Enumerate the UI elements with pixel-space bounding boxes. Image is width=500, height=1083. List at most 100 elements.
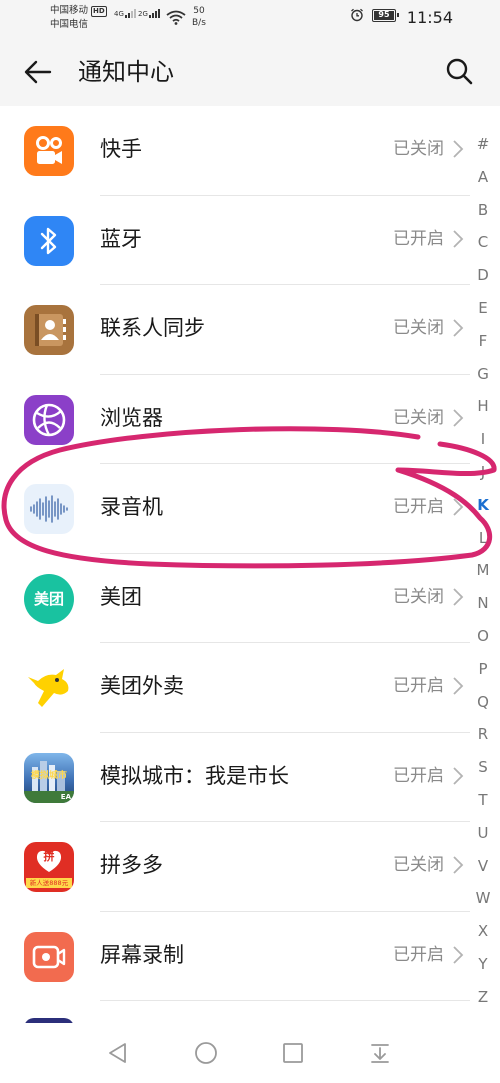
nav-back-button[interactable] <box>104 1039 132 1067</box>
list-item-kuaishou[interactable]: 快手 已关闭 <box>0 106 470 196</box>
bluetooth-icon <box>24 215 74 266</box>
notification-status: 已开启 <box>393 765 444 786</box>
page-title: 通知中心 <box>78 58 174 86</box>
alphabet-letter-z[interactable]: Z <box>474 981 492 1014</box>
alphabet-letter-p[interactable]: P <box>474 653 492 686</box>
alphabet-letter-s[interactable]: S <box>474 751 492 784</box>
carrier-info: 中国移动 HD 中国电信 <box>50 4 107 32</box>
nav-notification-button[interactable] <box>366 1039 394 1067</box>
nav-home-button[interactable] <box>192 1039 220 1067</box>
alphabet-letter-r[interactable]: R <box>474 718 492 751</box>
alphabet-letter-u[interactable]: U <box>474 817 492 850</box>
list-item-meituan[interactable]: 美团 美团 已关闭 <box>0 554 470 643</box>
alarm-icon <box>351 8 363 22</box>
alphabet-letter-m[interactable]: M <box>474 554 492 587</box>
chevron-right-icon <box>453 408 464 427</box>
app-name: 模拟城市：我是市长 <box>100 763 289 788</box>
battery-level: 95 <box>378 9 390 19</box>
list-item-pinduoduo[interactable]: 拼 新人送888元 拼多多 已关闭 <box>0 822 470 912</box>
divider <box>100 1000 470 1001</box>
contacts-sync-icon <box>24 305 74 355</box>
alphabet-letter-a[interactable]: A <box>474 161 492 194</box>
alphabet-index[interactable]: # A B C D E F G H I J K L M N O P Q R S T U V W X Y Z <box>474 128 492 1014</box>
alphabet-letter-g[interactable]: G <box>474 358 492 391</box>
recorder-icon <box>24 484 74 534</box>
alphabet-letter-o[interactable]: O <box>474 620 492 653</box>
navigation-bar <box>0 1023 500 1083</box>
alphabet-letter-v[interactable]: V <box>474 850 492 883</box>
notification-status: 已关闭 <box>393 407 444 428</box>
list-item-recorder[interactable]: 录音机 已开启 <box>0 464 470 554</box>
search-button[interactable] <box>442 54 476 88</box>
chevron-right-icon <box>453 229 464 248</box>
chevron-right-icon <box>453 945 464 964</box>
alphabet-letter-c[interactable]: C <box>474 226 492 259</box>
alphabet-letter-e[interactable]: E <box>474 292 492 325</box>
alphabet-letter-i[interactable]: I <box>474 423 492 456</box>
alphabet-letter-n[interactable]: N <box>474 587 492 620</box>
alphabet-letter-t[interactable]: T <box>474 784 492 817</box>
list-item-contacts-sync[interactable]: 联系人同步 已关闭 <box>0 285 470 375</box>
alphabet-letter-k[interactable]: K <box>474 489 492 522</box>
chevron-right-icon <box>453 766 464 785</box>
chevron-right-icon <box>453 140 464 158</box>
back-button[interactable] <box>22 56 54 88</box>
app-name: 拼多多 <box>100 853 163 877</box>
notification-status: 已开启 <box>393 497 444 517</box>
app-bar: 通知中心 <box>0 38 500 106</box>
app-name: 浏览器 <box>100 405 163 430</box>
pinduoduo-icon-text: 拼 <box>43 850 55 863</box>
notification-status: 已关闭 <box>393 318 444 338</box>
alphabet-letter-w[interactable]: W <box>474 882 492 915</box>
notification-pull-icon <box>371 1044 389 1063</box>
back-triangle-icon <box>109 1043 126 1063</box>
meituan-icon: 美团 <box>24 573 74 624</box>
app-name: 快手 <box>100 137 142 161</box>
alphabet-letter-d[interactable]: D <box>474 259 492 292</box>
notification-status: 已开启 <box>393 676 444 696</box>
pinduoduo-promo-text: 新人送888元 <box>26 878 72 888</box>
signal-2-label: 2G <box>138 10 148 18</box>
list-item-browser[interactable]: 浏览器 已关闭 <box>0 375 470 464</box>
list-item-simcity[interactable]: 模拟城市 EA 模拟城市：我是市长 已开启 <box>0 733 470 822</box>
alphabet-letter-hash[interactable]: # <box>474 128 492 161</box>
arrow-left-icon <box>24 60 52 84</box>
nav-recents-button[interactable] <box>279 1039 307 1067</box>
notification-status: 已开启 <box>393 228 444 249</box>
app-name: 联系人同步 <box>100 316 205 340</box>
chevron-right-icon <box>453 319 464 337</box>
net-speed-unit: B/s <box>192 18 206 28</box>
alphabet-letter-l[interactable]: L <box>474 522 492 555</box>
alphabet-letter-h[interactable]: H <box>474 390 492 423</box>
signal-1-label: 4G <box>114 10 124 18</box>
search-icon <box>446 58 473 85</box>
alphabet-letter-f[interactable]: F <box>474 325 492 358</box>
alphabet-letter-b[interactable]: B <box>474 194 492 227</box>
notification-status: 已开启 <box>393 944 444 965</box>
list-item-bluetooth[interactable]: 蓝牙 已开启 <box>0 196 470 285</box>
signal-1-bars-icon <box>124 9 136 18</box>
simcity-icon: 模拟城市 EA <box>24 752 74 803</box>
chevron-right-icon <box>453 587 464 606</box>
chevron-right-icon <box>453 677 464 695</box>
app-name: 录音机 <box>100 495 163 519</box>
alphabet-letter-y[interactable]: Y <box>474 948 492 981</box>
list-item-meituan-waimai[interactable]: 美团外卖 已开启 <box>0 643 470 733</box>
kuaishou-icon <box>24 126 74 176</box>
chevron-right-icon <box>453 498 464 516</box>
browser-icon <box>24 394 74 445</box>
pinduoduo-icon: 拼 新人送888元 <box>24 842 74 892</box>
home-circle-icon <box>195 1042 217 1064</box>
signal-2: 2G <box>138 9 160 18</box>
alphabet-letter-x[interactable]: X <box>474 915 492 948</box>
carrier-1: 中国移动 <box>50 5 89 16</box>
list-item-screen-record[interactable]: 屏幕录制 已开启 <box>0 912 470 1001</box>
battery-icon: 95 <box>372 8 399 22</box>
alphabet-letter-j[interactable]: J <box>474 456 492 489</box>
simcity-icon-text: 模拟城市 <box>30 771 67 781</box>
status-bar: 中国移动 HD 中国电信 4G 2G 50 B/s 95 11:54 <box>0 0 500 38</box>
alphabet-letter-q[interactable]: Q <box>474 686 492 719</box>
notification-status: 已关闭 <box>393 586 444 607</box>
recents-square-icon <box>283 1043 303 1063</box>
carrier-2: 中国电信 <box>50 19 89 30</box>
